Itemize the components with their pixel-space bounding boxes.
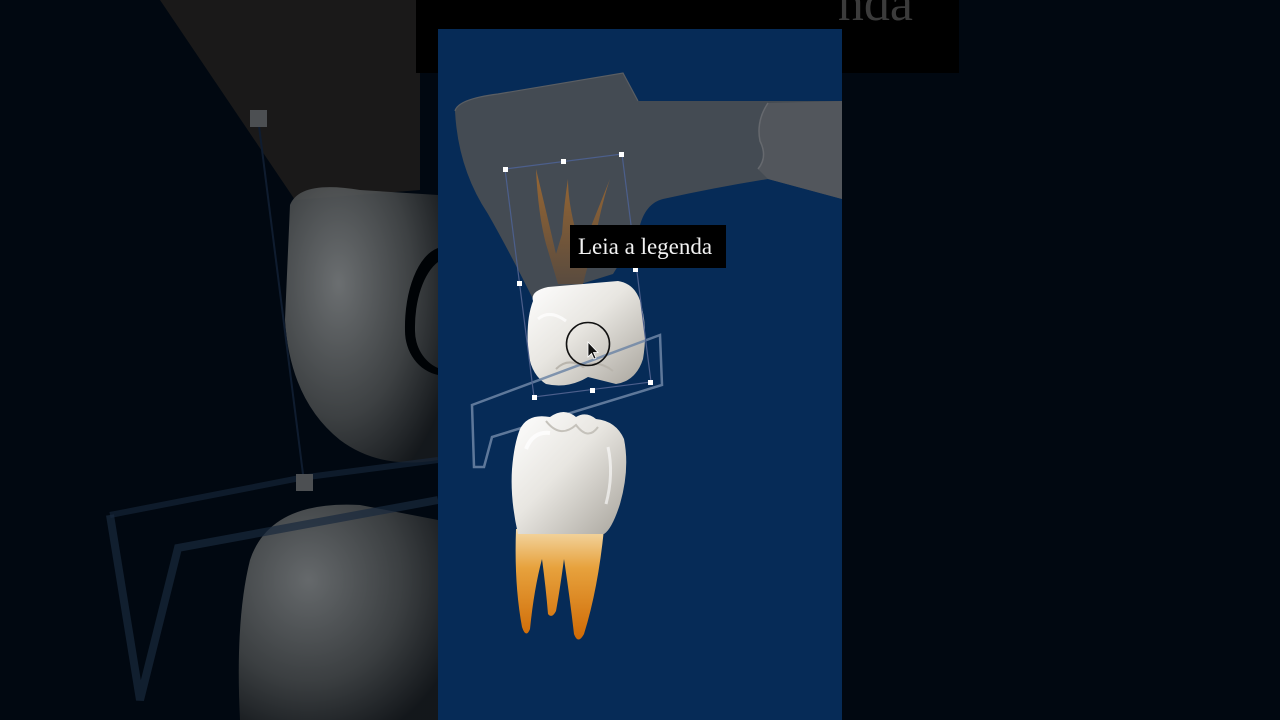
transform-handle-icon[interactable] (648, 380, 653, 385)
blurred-caption-text: nda (837, 0, 913, 32)
transform-handle-icon[interactable] (503, 167, 508, 172)
lower-tooth-roots (515, 529, 604, 640)
transform-handle-icon[interactable] (561, 159, 566, 164)
pointer-arrow-icon (565, 321, 611, 367)
video-frame (438, 29, 842, 720)
transform-handle-icon[interactable] (532, 395, 537, 400)
subtitle-caption: Leia a legenda (570, 225, 727, 268)
transform-handle-icon[interactable] (590, 388, 595, 393)
transform-handle-icon[interactable] (619, 152, 624, 157)
transform-handle-icon[interactable] (517, 281, 522, 286)
tooth-illustration (454, 72, 842, 640)
